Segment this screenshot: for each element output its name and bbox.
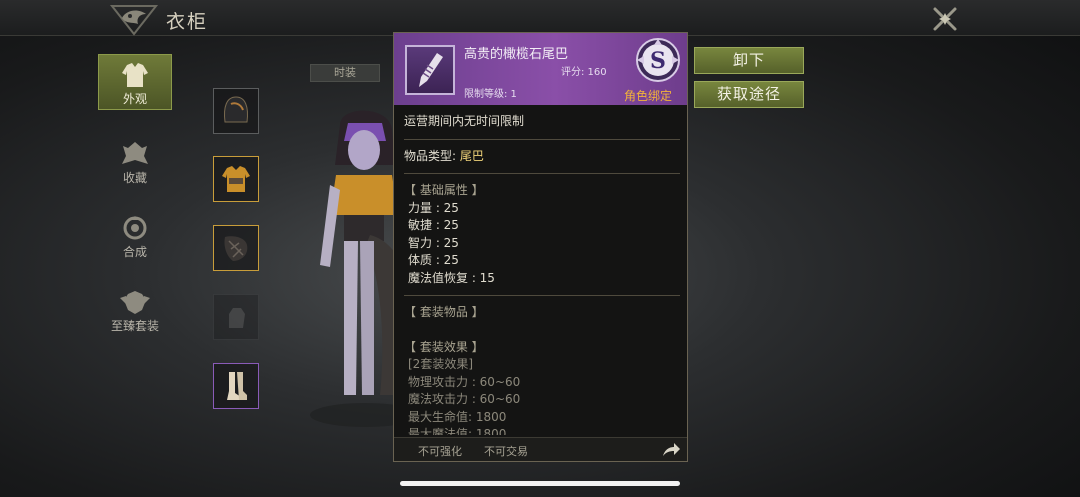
rank-badge-icon: S xyxy=(636,38,680,82)
armor-icon xyxy=(122,63,148,87)
dragon-emblem-icon xyxy=(109,5,159,36)
set-effect-line: 最大魔法值: 1800 xyxy=(408,427,507,435)
jacket-icon xyxy=(222,166,250,192)
divider xyxy=(404,295,680,296)
stat-line: 魔法值恢复 : 15 xyxy=(408,270,495,285)
bind-status: 角色绑定 xyxy=(624,89,673,103)
set-effect-line: 物理攻击力 : 60~60 xyxy=(408,374,521,389)
unequip-button[interactable]: 卸下 xyxy=(694,47,804,74)
slot-head[interactable] xyxy=(213,88,259,134)
page-title: 衣柜 xyxy=(166,11,209,33)
tail-icon xyxy=(419,53,443,87)
nav-item-collection[interactable]: 收藏 xyxy=(98,134,172,190)
base-attributes-title: 【 基础属性 】 xyxy=(404,183,484,197)
item-icon-frame[interactable] xyxy=(405,45,455,95)
tooltip-header: 高贵的橄榄石尾巴 评分: 160 限制等级: 1 S 角色绑定 xyxy=(394,33,687,105)
tooltip-body: 运营期间内无时间限制 物品类型: 尾巴 【 基础属性 】 力量 : 25 敏捷 … xyxy=(404,113,680,435)
divider xyxy=(404,138,680,140)
nav-item-appearance[interactable]: 外观 xyxy=(98,54,172,110)
top-bar: 衣柜 xyxy=(0,0,1080,36)
slot-hand[interactable] xyxy=(213,294,259,340)
nav-item-supreme-set[interactable]: 至臻套装 xyxy=(98,282,172,338)
share-icon[interactable] xyxy=(661,440,681,458)
slot-feet[interactable] xyxy=(213,363,259,409)
hood-icon xyxy=(224,96,248,123)
rank-letter: S xyxy=(650,48,666,74)
set-effect-line: [2套装效果] xyxy=(408,357,473,371)
boots-icon xyxy=(227,372,247,400)
nav-label: 收藏 xyxy=(122,171,147,185)
supreme-set-icon xyxy=(120,291,150,314)
feather-cape-icon xyxy=(224,236,248,261)
set-effect-line: 魔法攻击力 : 60~60 xyxy=(408,392,521,406)
synthesis-icon xyxy=(123,216,147,240)
item-type: 物品类型: 尾巴 xyxy=(404,148,680,166)
obtain-route-button[interactable]: 获取途径 xyxy=(694,81,804,108)
no-trade-label: 不可交易 xyxy=(484,445,528,458)
tooltip-footer: 不可强化 不可交易 xyxy=(394,437,687,461)
glove-icon xyxy=(229,308,245,328)
set-items-title: 【 套装物品 】 xyxy=(404,305,484,319)
item-tooltip: 高贵的橄榄石尾巴 评分: 160 限制等级: 1 S 角色绑定 运营期间内无时间… xyxy=(393,32,688,462)
nav-label: 合成 xyxy=(122,245,147,259)
tab-fashion[interactable]: 时装 xyxy=(310,64,380,82)
stat-line: 体质 : 25 xyxy=(408,253,459,267)
stat-line: 力量 : 25 xyxy=(408,200,459,215)
item-name: 高贵的橄榄石尾巴 xyxy=(464,47,569,62)
stat-line: 敏捷 : 25 xyxy=(408,218,459,232)
slot-tail[interactable] xyxy=(213,225,259,271)
item-level-requirement: 限制等级: 1 xyxy=(464,89,517,100)
home-indicator[interactable] xyxy=(400,481,680,486)
nav-label: 至臻套装 xyxy=(110,319,159,333)
time-limit: 运营期间内无时间限制 xyxy=(404,114,525,128)
nav-item-synthesis[interactable]: 合成 xyxy=(98,208,172,264)
close-icon[interactable] xyxy=(930,4,960,34)
item-type-label: 物品类型: xyxy=(404,148,457,163)
nav-label: 外观 xyxy=(122,92,147,106)
slot-body[interactable] xyxy=(213,156,259,202)
collection-icon xyxy=(122,142,148,164)
stat-line: 智力 : 25 xyxy=(408,235,459,250)
item-score: 评分: 160 xyxy=(561,67,607,78)
set-effect-line: 最大生命值: 1800 xyxy=(408,409,507,424)
no-enhance-label: 不可强化 xyxy=(418,445,462,458)
item-type-value: 尾巴 xyxy=(459,148,484,163)
divider xyxy=(404,173,680,174)
set-effect-title: 【 套装效果 】 xyxy=(404,339,484,354)
